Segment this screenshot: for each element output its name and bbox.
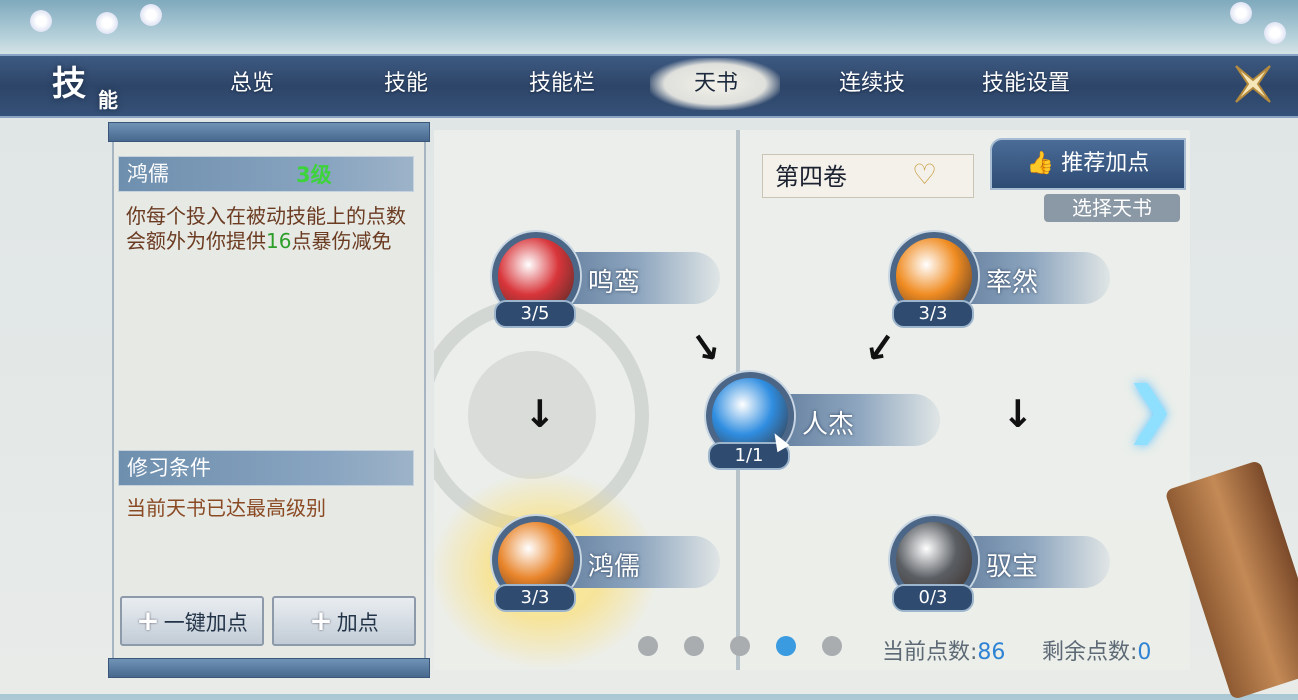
page-dot[interactable] <box>684 636 704 656</box>
chevron-right-icon[interactable]: ❯ <box>1124 372 1176 445</box>
plus-icon: + <box>309 604 333 637</box>
blossom-icon <box>1230 2 1252 24</box>
skill-count-shuairan: 3/3 <box>892 300 974 328</box>
skill-description: 你每个投入在被动技能上的点数会额外为你提供16点暴伤减免 <box>126 204 416 254</box>
skill-name-hongru: 鸿儒 <box>588 552 641 582</box>
condition-header: 修习条件 <box>118 450 414 486</box>
blossom-icon <box>96 12 118 34</box>
skill-count-hongru: 3/3 <box>494 584 576 612</box>
skill-detail-header: 鸿儒 <box>118 156 414 192</box>
remaining-points-label: 剩余点数: <box>1042 640 1138 665</box>
auto-add-points-button[interactable]: + 一键加点 <box>120 596 264 646</box>
auto-add-label: 一键加点 <box>163 611 248 635</box>
desc-value: 16 <box>266 229 292 253</box>
chevron-down-icon[interactable]: ♡ <box>912 158 937 191</box>
page-dot[interactable] <box>730 636 750 656</box>
plus-icon: + <box>136 604 160 637</box>
skill-name-yubao: 驭宝 <box>986 552 1039 582</box>
page-dot[interactable] <box>822 636 842 656</box>
arrow-down-icon: ↓ <box>1002 392 1034 436</box>
add-point-label: 加点 <box>336 611 379 635</box>
skill-name-mingluan: 鸣鸾 <box>588 268 641 298</box>
recommend-points-button[interactable]: 👍 推荐加点 <box>990 138 1186 190</box>
tab-skill-bar[interactable]: 技能栏 <box>502 64 622 104</box>
tab-overview[interactable]: 总览 <box>192 64 312 104</box>
current-points: 当前点数:86 <box>882 634 1005 666</box>
skill-count-yubao: 0/3 <box>892 584 974 612</box>
thumbs-up-icon: 👍 <box>1026 151 1055 176</box>
skills-logo: 技 能 <box>52 56 132 116</box>
add-point-button[interactable]: + 加点 <box>272 596 416 646</box>
blossom-icon <box>30 10 52 32</box>
top-banner-art <box>0 0 1298 56</box>
current-points-value: 86 <box>977 640 1006 665</box>
frame-rail-bottom <box>108 658 430 678</box>
recommend-label: 推荐加点 <box>1061 151 1150 176</box>
tab-skill-settings[interactable]: 技能设置 <box>966 64 1086 104</box>
desc-text-tail: 点暴伤减免 <box>291 229 392 253</box>
page-dot-active[interactable] <box>776 636 796 656</box>
remaining-points-value: 0 <box>1137 640 1152 665</box>
tab-combo[interactable]: 连续技 <box>812 64 932 104</box>
page-dot[interactable] <box>638 636 658 656</box>
blossom-icon <box>140 4 162 26</box>
skill-name-shuairan: 率然 <box>986 268 1039 298</box>
condition-title: 修习条件 <box>127 456 211 480</box>
condition-text: 当前天书已达最高级别 <box>126 496 326 520</box>
skill-name-renjie: 人杰 <box>802 410 855 440</box>
detail-skill-name: 鸿儒 <box>127 162 169 186</box>
logo-main-char: 技 <box>52 64 86 104</box>
volume-label: 第四卷 <box>775 163 847 191</box>
current-points-label: 当前点数: <box>882 640 978 665</box>
tab-tianshu[interactable]: 天书 <box>656 64 776 104</box>
frame-rail-top <box>108 122 430 142</box>
skill-count-mingluan: 3/5 <box>494 300 576 328</box>
tab-skills[interactable]: 技能 <box>346 64 466 104</box>
detail-skill-level: 3级 <box>296 163 332 187</box>
logo-sub-char: 能 <box>98 88 118 112</box>
volume-select[interactable]: 第四卷 <box>762 154 974 198</box>
arrow-down-icon: ↓ <box>524 392 556 436</box>
close-icon[interactable] <box>1228 60 1278 108</box>
choose-tianshu-button[interactable]: 选择天书 <box>1044 194 1180 222</box>
remaining-points: 剩余点数:0 <box>1042 634 1151 666</box>
blossom-icon <box>1264 22 1286 44</box>
